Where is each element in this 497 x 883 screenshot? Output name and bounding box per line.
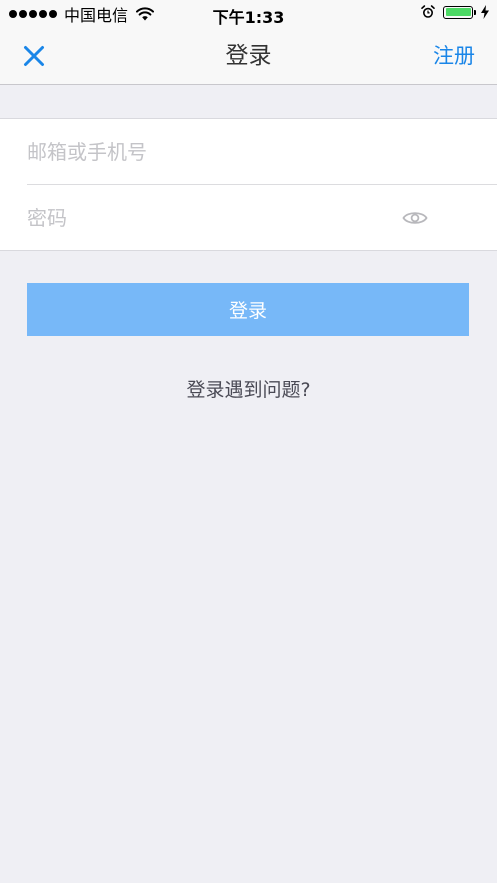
eye-icon: [402, 211, 428, 224]
status-bar-right: [421, 5, 489, 19]
navigation-bar: 登录 注册: [0, 28, 497, 85]
password-row: [27, 184, 497, 250]
account-row: [27, 119, 497, 184]
page-title: 登录: [225, 43, 272, 69]
battery-level: [445, 8, 471, 16]
password-input[interactable]: [27, 205, 387, 230]
login-trouble-link[interactable]: 登录遇到问题?: [186, 379, 310, 401]
alarm-clock-icon: [421, 5, 435, 18]
register-button[interactable]: 注册: [433, 40, 475, 72]
status-bar: 中国电信 下午1:33: [0, 0, 497, 28]
charging-bolt-icon: [481, 5, 489, 19]
toggle-password-visibility-button[interactable]: [401, 208, 429, 228]
battery-icon: [443, 5, 476, 19]
trouble-link-row: 登录遇到问题?: [0, 376, 497, 404]
account-input[interactable]: [27, 139, 387, 164]
login-button[interactable]: 登录: [27, 283, 469, 336]
login-form: [0, 118, 497, 251]
